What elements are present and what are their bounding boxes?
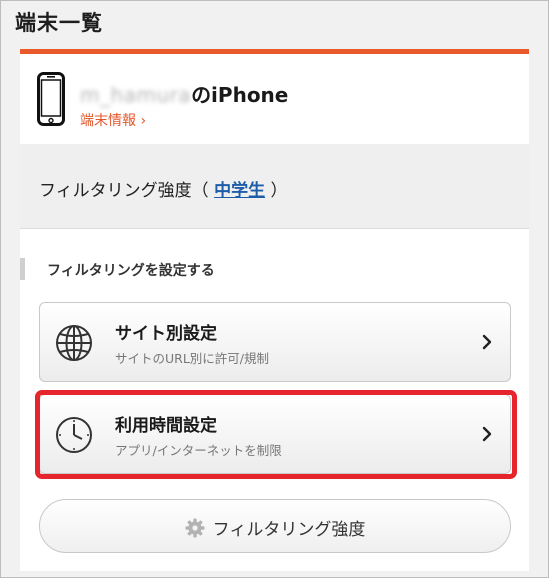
device-model: のiPhone <box>191 83 289 107</box>
site-settings-title: サイト別設定 <box>115 324 217 344</box>
time-settings-subtitle: アプリ/インターネットを制限 <box>115 443 282 458</box>
device-owner-name: m_hamura <box>80 83 192 107</box>
chevron-right-icon <box>482 334 492 350</box>
globe-icon <box>56 325 92 361</box>
filter-strength-button[interactable]: フィルタリング強度 <box>39 499 511 553</box>
filter-strength-button-label: フィルタリング強度 <box>212 520 366 540</box>
time-settings-title: 利用時間設定 <box>115 416 217 436</box>
device-card: m_hamuraのiPhone 端末情報 › フィルタリング強度（ 中学生 ） … <box>20 49 529 571</box>
screen-frame: 端末一覧 m_hamuraのiPhone 端末情報 › フィルタリング強度（ 中… <box>0 0 549 578</box>
page-title: 端末一覧 <box>15 11 103 35</box>
filter-strength-prefix: フィルタリング強度（ <box>39 181 215 201</box>
time-settings-button[interactable]: 利用時間設定 アプリ/インターネットを制限 <box>39 394 511 474</box>
device-header: m_hamuraのiPhone 端末情報 › <box>20 54 529 145</box>
filter-strength-suffix: ） <box>265 181 288 201</box>
filter-strength-band: フィルタリング強度（ 中学生 ） <box>20 144 529 229</box>
section-title: フィルタリングを設定する <box>47 263 215 279</box>
filter-strength-text: フィルタリング強度（ 中学生 ） <box>39 176 287 201</box>
section-marker <box>20 258 25 280</box>
device-info-link[interactable]: 端末情報 › <box>80 110 146 130</box>
gear-icon <box>185 518 205 538</box>
site-settings-button[interactable]: サイト別設定 サイトのURL別に許可/規制 <box>39 302 511 382</box>
phone-icon <box>37 72 65 126</box>
filter-strength-button-content: フィルタリング強度 <box>40 515 510 540</box>
clock-icon <box>56 417 92 453</box>
filter-strength-level-link[interactable]: 中学生 <box>214 181 265 201</box>
device-name: m_hamuraのiPhone <box>80 79 288 108</box>
chevron-right-icon <box>482 426 492 442</box>
site-settings-subtitle: サイトのURL別に許可/規制 <box>115 351 270 366</box>
